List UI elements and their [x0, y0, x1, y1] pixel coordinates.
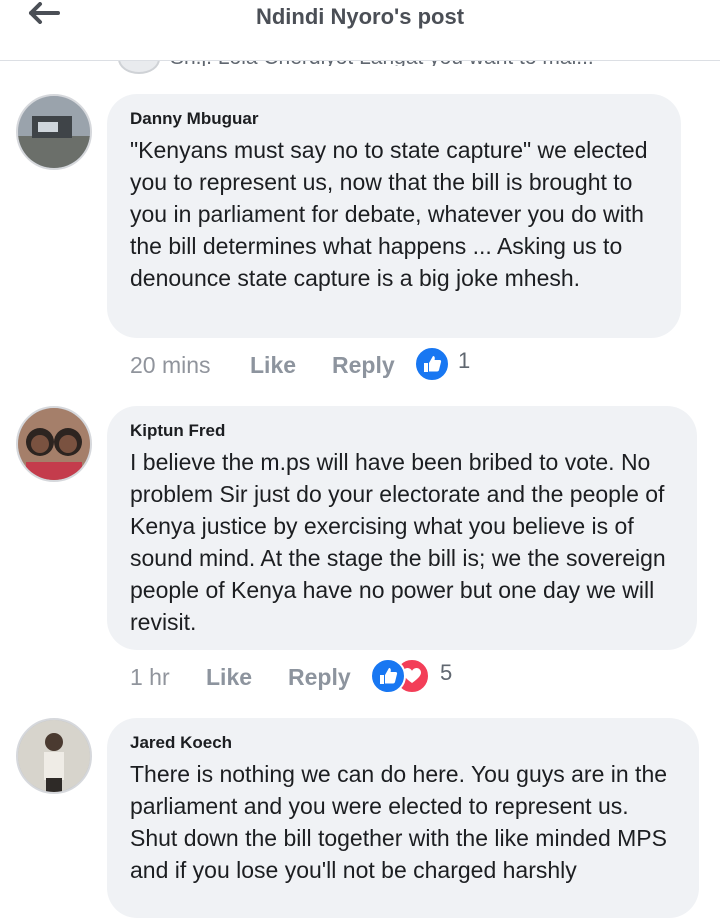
- comment-time: 1 hr: [130, 664, 170, 690]
- comment-bubble: Danny Mbuguar "Kenyans must say no to st…: [107, 94, 681, 338]
- like-button[interactable]: Like: [206, 664, 252, 691]
- like-button[interactable]: Like: [250, 352, 296, 379]
- comment-author[interactable]: Jared Koech: [130, 732, 677, 754]
- reply-button[interactable]: Reply: [288, 664, 351, 691]
- profile-photo: [18, 96, 90, 168]
- like-reaction-icon[interactable]: [370, 658, 406, 694]
- comment-text: I believe the m.ps will have been bribed…: [130, 449, 666, 635]
- profile-photo: [18, 720, 90, 792]
- comment-time: 20 mins: [130, 352, 211, 378]
- reaction-count[interactable]: 1: [458, 348, 470, 374]
- comment-bubble: Kiptun Fred I believe the m.ps will have…: [107, 406, 697, 650]
- like-reaction-icon[interactable]: [414, 346, 450, 382]
- avatar[interactable]: [16, 94, 92, 170]
- avatar[interactable]: [16, 718, 92, 794]
- comment-author[interactable]: Kiptun Fred: [130, 420, 675, 442]
- reaction-count[interactable]: 5: [440, 660, 452, 686]
- comment-text: "Kenyans must say no to state capture" w…: [130, 137, 648, 291]
- comment-bubble: Jared Koech There is nothing we can do h…: [107, 718, 699, 918]
- profile-photo: [18, 408, 90, 480]
- top-bar: Ndindi Nyoro's post: [0, 0, 720, 61]
- avatar[interactable]: [16, 406, 92, 482]
- reply-button[interactable]: Reply: [332, 352, 395, 379]
- page-title: Ndindi Nyoro's post: [255, 4, 465, 29]
- comment-author[interactable]: Danny Mbuguar: [130, 108, 659, 130]
- comment-text: There is nothing we can do here. You guy…: [130, 761, 668, 883]
